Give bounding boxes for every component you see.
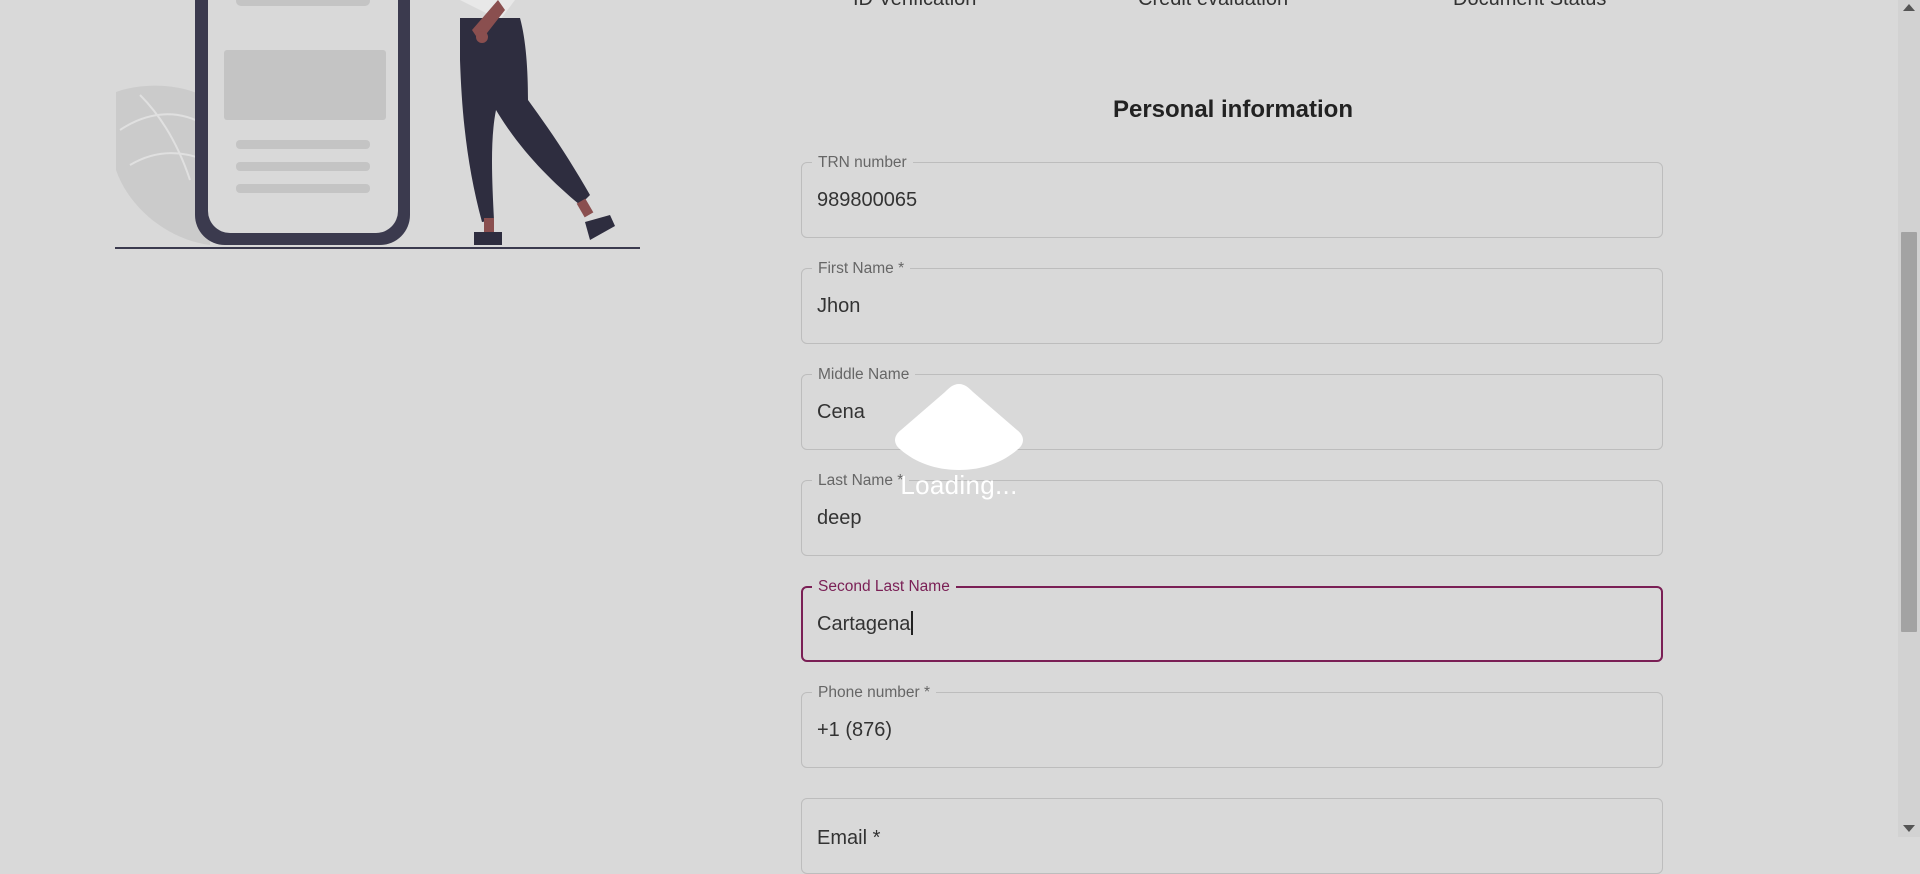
second-last-name-field[interactable]: Second Last Name Cartagena: [801, 578, 1663, 662]
page: ID Verification Credit evaluation Docume…: [0, 0, 1898, 874]
first-name-label: First Name *: [812, 260, 911, 278]
step-document-status[interactable]: Document Status: [1453, 0, 1606, 11]
loading-text: Loading...: [900, 470, 1018, 500]
email-label: Email *: [817, 827, 881, 849]
step-credit-evaluation[interactable]: Credit evaluation: [1138, 0, 1288, 11]
trn-number-field[interactable]: TRN number 989800065: [801, 154, 1663, 238]
email-field[interactable]: Email *: [801, 798, 1663, 874]
scroll-down-arrow-icon[interactable]: [1903, 825, 1915, 832]
phone-number-value[interactable]: +1 (876): [817, 715, 1647, 745]
trn-number-value[interactable]: 989800065: [817, 185, 1647, 215]
second-last-name-text: Cartagena: [817, 613, 911, 635]
first-name-value[interactable]: Jhon: [817, 291, 1647, 321]
last-name-value[interactable]: deep: [817, 503, 1647, 533]
first-name-field[interactable]: First Name * Jhon: [801, 260, 1663, 344]
step-id-verification[interactable]: ID Verification: [853, 0, 976, 11]
text-caret: [911, 610, 914, 635]
phone-number-label: Phone number *: [812, 684, 937, 702]
phone-number-field[interactable]: Phone number * +1 (876): [801, 684, 1663, 768]
progress-stepper: ID Verification Credit evaluation Docume…: [801, 0, 1665, 12]
second-last-name-label: Second Last Name: [812, 578, 956, 596]
scroll-thumb[interactable]: [1901, 232, 1917, 632]
loading-overlay: Loading...: [893, 384, 1025, 504]
middle-name-label: Middle Name: [812, 366, 916, 384]
vertical-scrollbar[interactable]: [1898, 0, 1920, 837]
section-title: Personal information: [1112, 96, 1354, 123]
second-last-name-value[interactable]: Cartagena: [817, 609, 1646, 639]
trn-number-label: TRN number: [812, 154, 913, 172]
loading-spinner-icon: [895, 384, 1023, 470]
scroll-up-arrow-icon[interactable]: [1903, 4, 1915, 11]
phone-illustration: [110, 0, 650, 255]
